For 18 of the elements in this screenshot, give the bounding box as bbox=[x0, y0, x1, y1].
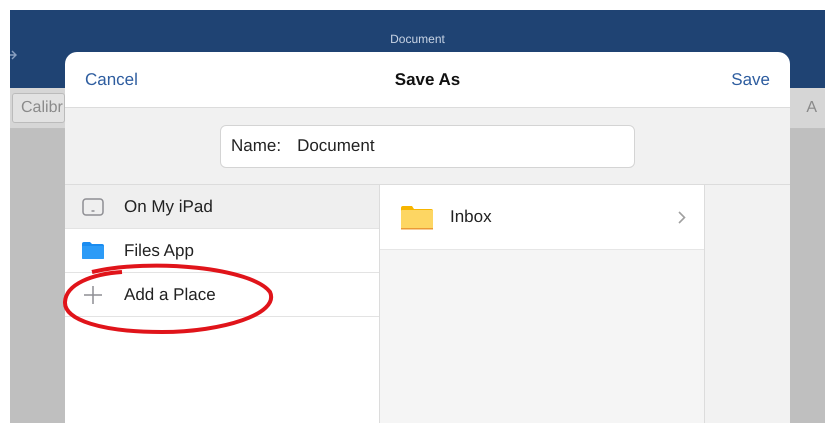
folder-label: Inbox bbox=[450, 207, 493, 227]
save-button[interactable]: Save bbox=[731, 70, 770, 90]
cancel-button[interactable]: Cancel bbox=[85, 70, 138, 90]
document-title: Document bbox=[390, 32, 445, 46]
folder-icon bbox=[400, 204, 434, 230]
name-label: Name: bbox=[231, 136, 282, 156]
ipad-icon bbox=[82, 198, 104, 216]
chevron-icon bbox=[678, 210, 686, 224]
location-label: Files App bbox=[124, 240, 194, 260]
name-value: Document bbox=[297, 136, 375, 156]
folder-icon bbox=[81, 241, 105, 260]
folder-row[interactable]: Inbox bbox=[380, 185, 704, 250]
location-label: Add a Place bbox=[124, 284, 216, 304]
dialog-title: Save As bbox=[394, 70, 460, 90]
location-label: On My iPad bbox=[124, 196, 213, 216]
name-field[interactable]: Name: Document bbox=[220, 124, 635, 168]
plus-icon bbox=[83, 284, 103, 304]
location-row[interactable]: On My iPad bbox=[65, 185, 379, 229]
